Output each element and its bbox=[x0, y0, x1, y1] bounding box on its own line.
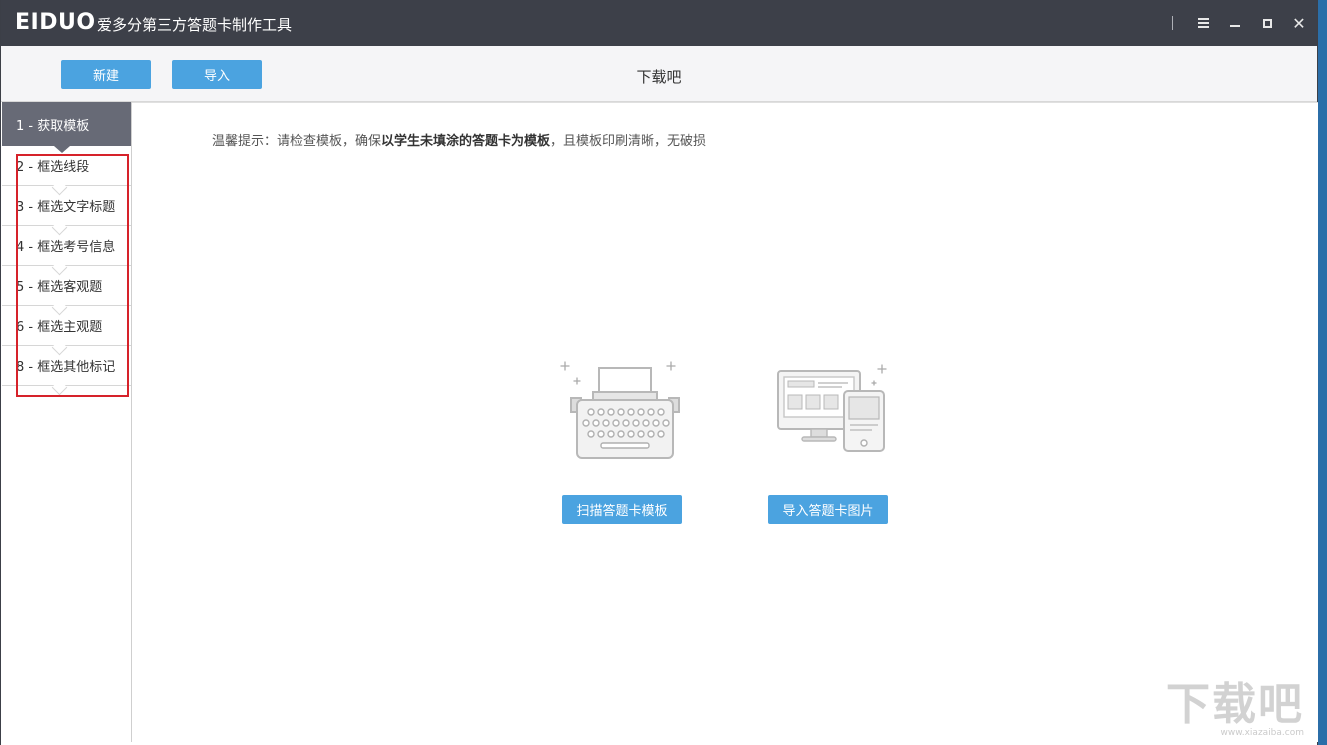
scan-template-button[interactable]: 扫描答题卡模板 bbox=[562, 495, 682, 524]
document-title: 下载吧 bbox=[636, 68, 682, 86]
desktop-background bbox=[1318, 0, 1327, 745]
title-bar: EIDUO 爱多分第三方答题卡制作工具 ✕ bbox=[1, 0, 1317, 46]
step-get-template[interactable]: 1 - 获取模板 bbox=[2, 102, 131, 153]
step-label: 1 - 获取模板 bbox=[16, 118, 90, 134]
step-sidebar: 1 - 获取模板 2 - 框选线段 3 - 框选文字标题 4 - 框选考号信息 … bbox=[2, 102, 132, 742]
menu-icon bbox=[1197, 18, 1209, 28]
tip-bold: 以学生未填涂的答题卡为模板 bbox=[381, 134, 551, 149]
step-label: 3 - 框选文字标题 bbox=[16, 200, 116, 215]
window-controls: ✕ bbox=[1172, 8, 1317, 38]
import-image-button[interactable]: 导入答题卡图片 bbox=[768, 495, 888, 524]
step-select-subjective[interactable]: 6 - 框选主观题 bbox=[2, 306, 131, 346]
main-panel: 温馨提示：请检查模板，确保以学生未填涂的答题卡为模板，且模板印刷清晰，无破损 扫… bbox=[132, 102, 1318, 742]
close-icon: ✕ bbox=[1292, 13, 1306, 33]
step-label: 2 - 框选线段 bbox=[16, 160, 90, 175]
tip-suffix: ，且模板印刷清晰，无破损 bbox=[550, 134, 707, 149]
minimize-button[interactable] bbox=[1221, 9, 1249, 37]
scanner-illustration-icon bbox=[560, 361, 680, 459]
maximize-icon bbox=[1262, 18, 1272, 28]
watermark-text: 下载吧 bbox=[1166, 679, 1304, 730]
divider bbox=[1172, 16, 1173, 30]
menu-button[interactable] bbox=[1189, 9, 1217, 37]
step-select-lines[interactable]: 2 - 框选线段 bbox=[2, 146, 131, 186]
minimize-icon bbox=[1230, 25, 1240, 27]
step-select-exam-number[interactable]: 4 - 框选考号信息 bbox=[2, 226, 131, 266]
app-title: 爱多分第三方答题卡制作工具 bbox=[97, 16, 293, 34]
maximize-button[interactable] bbox=[1253, 9, 1281, 37]
step-label: 4 - 框选考号信息 bbox=[16, 240, 116, 255]
tip-prefix: 温馨提示：请检查模板，确保 bbox=[212, 134, 382, 149]
devices-illustration-icon bbox=[777, 364, 887, 452]
step-select-other-marks[interactable]: 8 - 框选其他标记 bbox=[2, 346, 131, 386]
step-select-text-title[interactable]: 3 - 框选文字标题 bbox=[2, 186, 131, 226]
toolbar: 新建 导入 下载吧 bbox=[1, 46, 1317, 102]
close-button[interactable]: ✕ bbox=[1285, 9, 1313, 37]
app-logo: EIDUO bbox=[15, 10, 96, 35]
step-label: 6 - 框选主观题 bbox=[16, 320, 103, 335]
step-select-objective[interactable]: 5 - 框选客观题 bbox=[2, 266, 131, 306]
app-window: EIDUO 爱多分第三方答题卡制作工具 ✕ 新建 导入 下载吧 1 - 获取模板… bbox=[0, 0, 1318, 745]
site-watermark: 下载吧 www.xiazaiba.com bbox=[1166, 668, 1304, 738]
step-label: 8 - 框选其他标记 bbox=[16, 360, 116, 375]
step-label: 5 - 框选客观题 bbox=[16, 280, 103, 295]
warm-tip: 温馨提示：请检查模板，确保以学生未填涂的答题卡为模板，且模板印刷清晰，无破损 bbox=[212, 130, 706, 149]
